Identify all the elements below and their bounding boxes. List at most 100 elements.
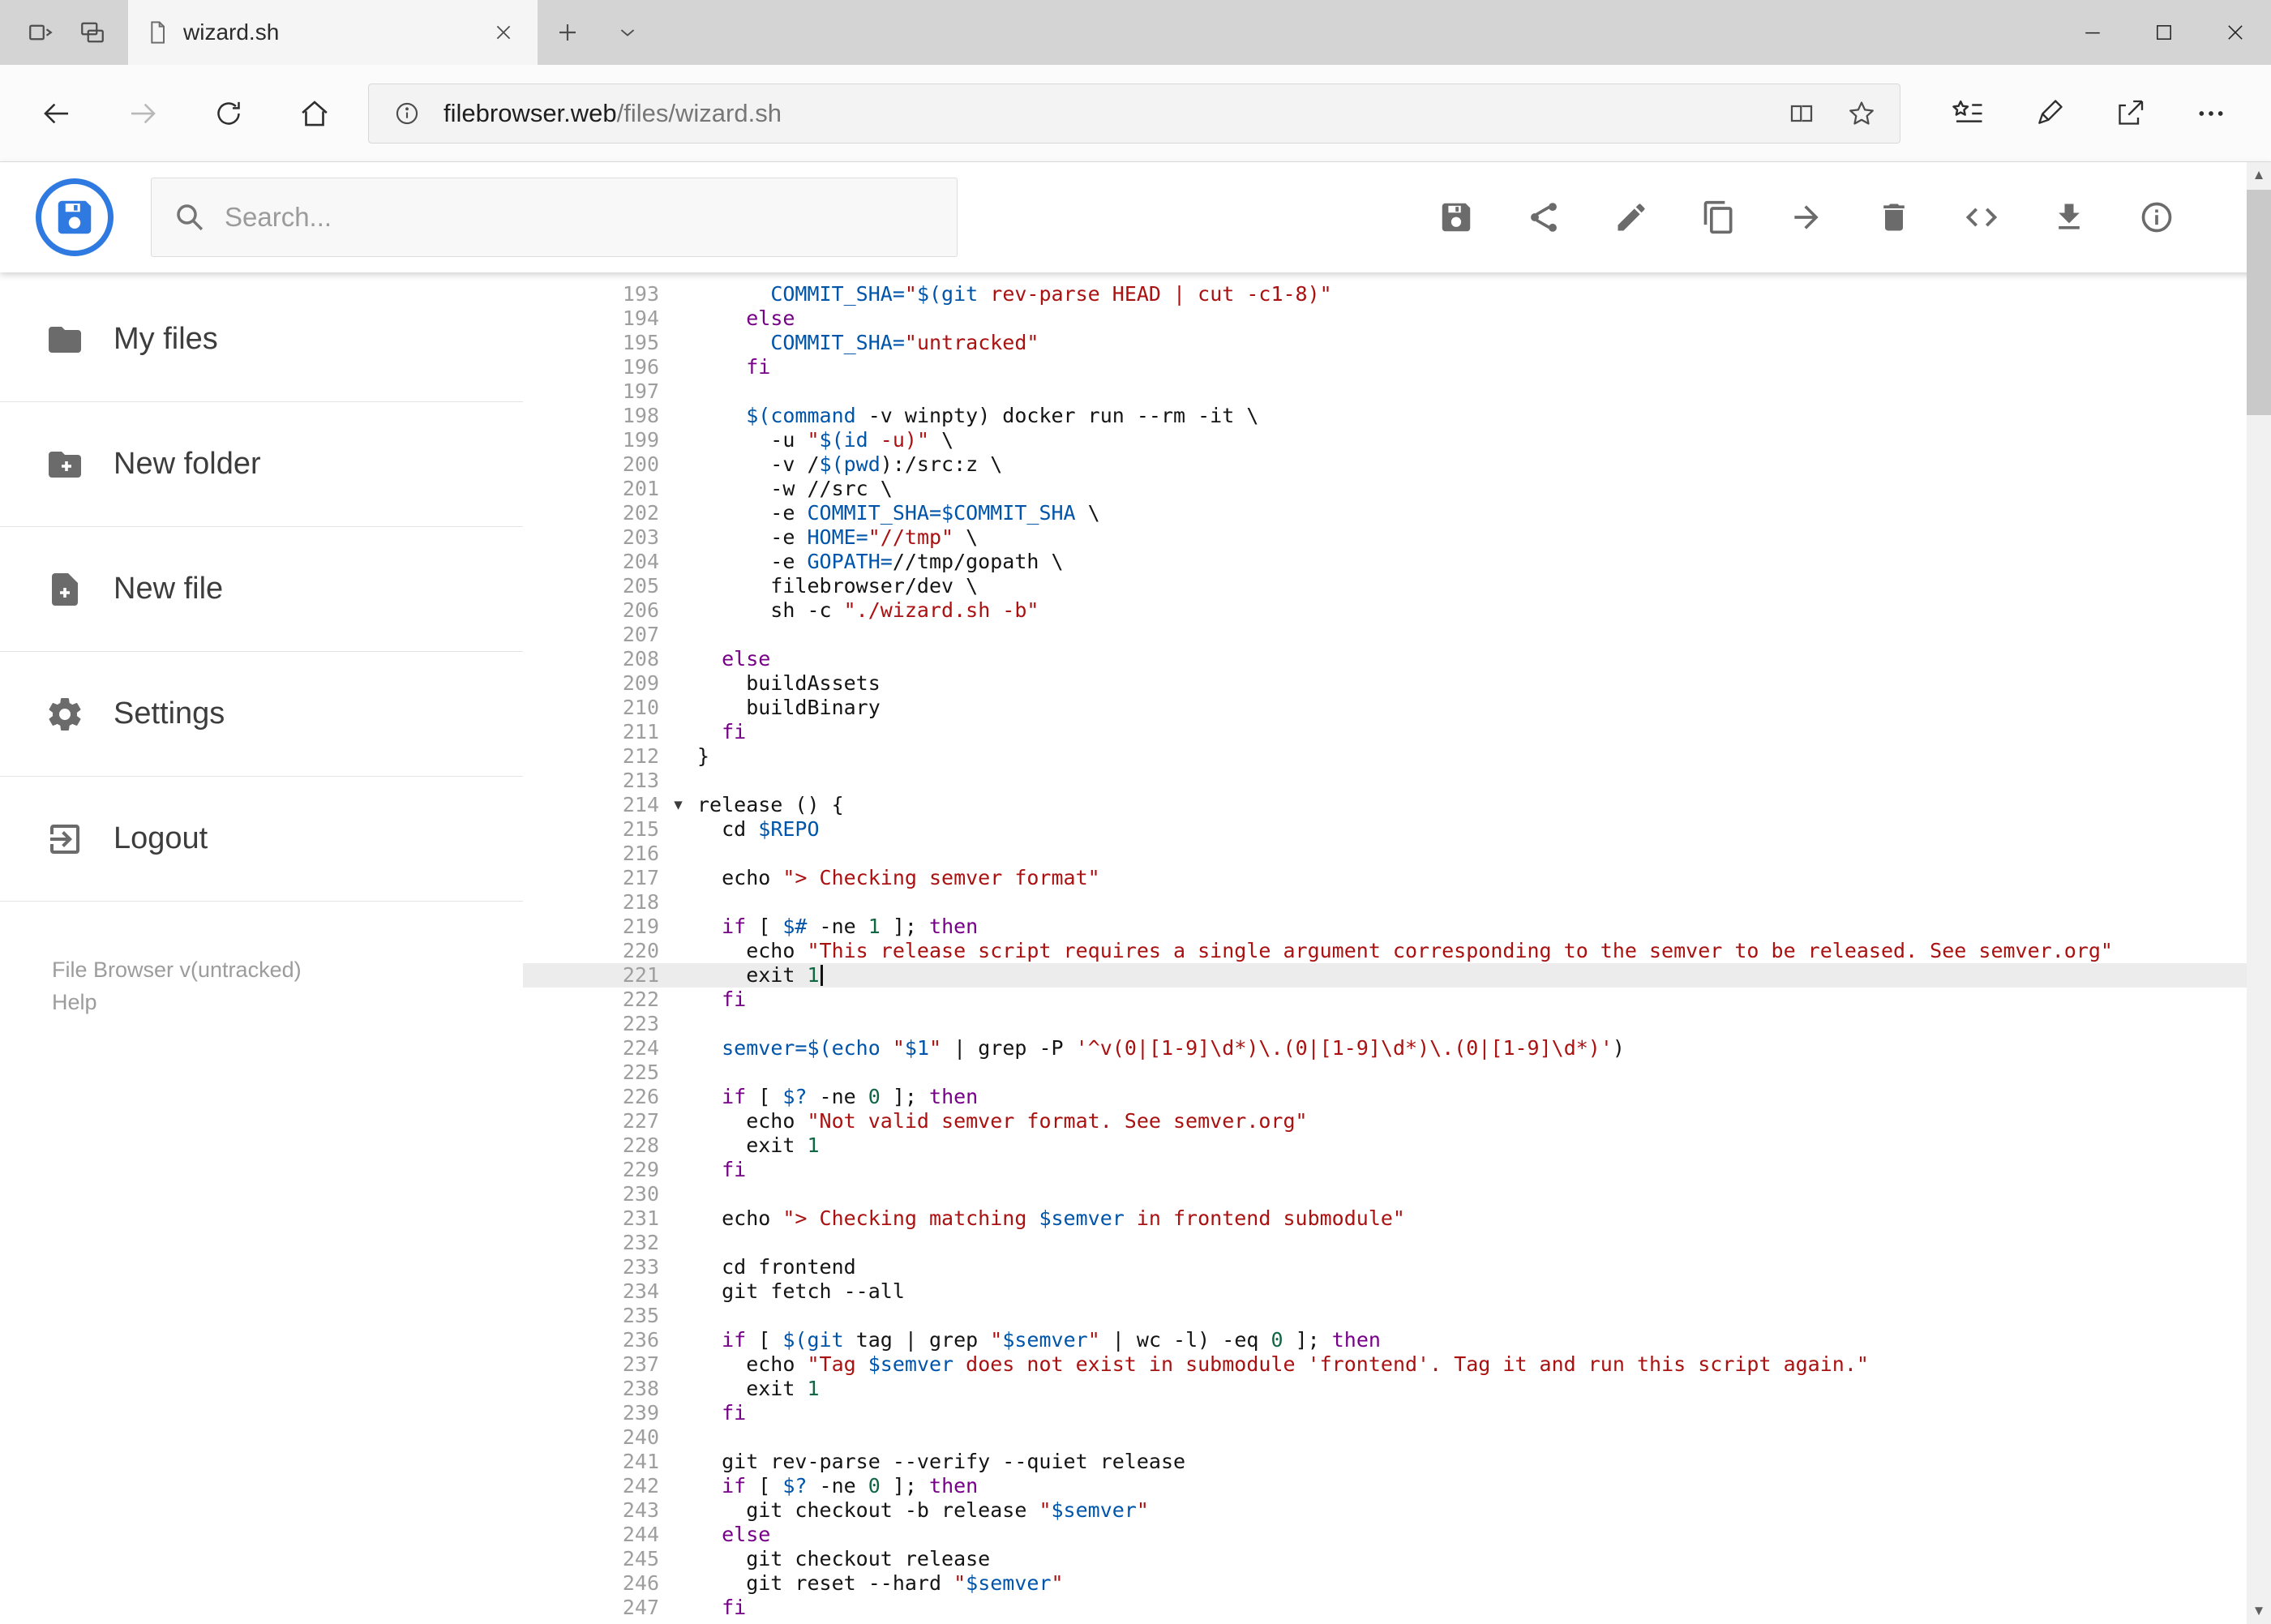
- code-line-215[interactable]: 215 cd $REPO: [523, 817, 2271, 842]
- code-line-200[interactable]: 200 -v /$(pwd):/src:z \: [523, 452, 2271, 477]
- minimize-button[interactable]: [2057, 0, 2128, 65]
- code-line-201[interactable]: 201 -w //src \: [523, 477, 2271, 501]
- tab-list-chevron-icon[interactable]: [598, 0, 658, 65]
- info-icon[interactable]: [2138, 199, 2175, 236]
- code-line-235[interactable]: 235: [523, 1304, 2271, 1328]
- code-line-214[interactable]: 214 ▾ release () {: [523, 793, 2271, 817]
- search-input[interactable]: [225, 202, 936, 233]
- address-bar[interactable]: filebrowser.web/files/wizard.sh: [368, 83, 1900, 144]
- more-options-icon[interactable]: [2183, 76, 2239, 151]
- scroll-down-arrow-icon[interactable]: ▼: [2247, 1598, 2271, 1624]
- vertical-scrollbar[interactable]: ▲ ▼: [2247, 162, 2271, 1624]
- code-line-230[interactable]: 230: [523, 1182, 2271, 1206]
- tab-close-icon[interactable]: [486, 15, 521, 50]
- sidebar-item-my-files[interactable]: My files: [0, 277, 523, 402]
- code-line-232[interactable]: 232: [523, 1231, 2271, 1255]
- code-line-241[interactable]: 241 git rev-parse --verify --quiet relea…: [523, 1450, 2271, 1474]
- code-line-238[interactable]: 238 exit 1: [523, 1377, 2271, 1401]
- code-line-228[interactable]: 228 exit 1: [523, 1133, 2271, 1158]
- code-line-226[interactable]: 226 if [ $? -ne 0 ]; then: [523, 1085, 2271, 1109]
- code-line-239[interactable]: 239 fi: [523, 1401, 2271, 1425]
- maximize-button[interactable]: [2128, 0, 2200, 65]
- web-note-pen-icon[interactable]: [2020, 76, 2077, 151]
- sidebar-item-logout[interactable]: Logout: [0, 777, 523, 902]
- code-line-244[interactable]: 244 else: [523, 1523, 2271, 1547]
- code-line-212[interactable]: 212}: [523, 744, 2271, 769]
- move-forward-icon[interactable]: [1788, 199, 1825, 236]
- home-button[interactable]: [274, 76, 355, 151]
- favorite-star-icon[interactable]: [1838, 90, 1885, 137]
- code-line-209[interactable]: 209 buildAssets: [523, 671, 2271, 696]
- scrollbar-thumb[interactable]: [2247, 190, 2271, 415]
- code-line-208[interactable]: 208 else: [523, 647, 2271, 671]
- code-line-246[interactable]: 246 git reset --hard "$semver": [523, 1571, 2271, 1596]
- reading-view-icon[interactable]: [1778, 90, 1825, 137]
- code-line-224[interactable]: 224 semver=$(echo "$1" | grep -P '^v(0|[…: [523, 1036, 2271, 1061]
- code-line-216[interactable]: 216: [523, 842, 2271, 866]
- forward-button[interactable]: [102, 76, 183, 151]
- copy-icon[interactable]: [1700, 199, 1738, 236]
- code-line-237[interactable]: 237 echo "Tag $semver does not exist in …: [523, 1352, 2271, 1377]
- code-editor[interactable]: 193 COMMIT_SHA="$(git rev-parse HEAD | c…: [523, 272, 2271, 1624]
- code-line-197[interactable]: 197: [523, 379, 2271, 404]
- save-button[interactable]: [1438, 199, 1475, 236]
- code-line-199[interactable]: 199 -u "$(id -u)" \: [523, 428, 2271, 452]
- code-line-225[interactable]: 225: [523, 1061, 2271, 1085]
- code-line-222[interactable]: 222 fi: [523, 988, 2271, 1012]
- code-line-229[interactable]: 229 fi: [523, 1158, 2271, 1182]
- delete-trash-icon[interactable]: [1875, 199, 1913, 236]
- code-line-211[interactable]: 211 fi: [523, 720, 2271, 744]
- code-line-231[interactable]: 231 echo "> Checking matching $semver in…: [523, 1206, 2271, 1231]
- code-line-204[interactable]: 204 -e GOPATH=//tmp/gopath \: [523, 550, 2271, 574]
- filebrowser-logo[interactable]: [36, 178, 114, 256]
- rename-pencil-icon[interactable]: [1613, 199, 1650, 236]
- new-tab-button[interactable]: [538, 0, 598, 65]
- code-line-236[interactable]: 236 if [ $(git tag | grep "$semver" | wc…: [523, 1328, 2271, 1352]
- code-line-207[interactable]: 207: [523, 623, 2271, 647]
- code-line-234[interactable]: 234 git fetch --all: [523, 1279, 2271, 1304]
- code-line-196[interactable]: 196 fi: [523, 355, 2271, 379]
- code-line-247[interactable]: 247 fi: [523, 1596, 2271, 1620]
- site-info-icon[interactable]: [383, 90, 431, 137]
- sidebar-item-settings[interactable]: Settings: [0, 652, 523, 777]
- help-link[interactable]: Help: [52, 986, 523, 1018]
- sidebar-item-new-file[interactable]: New file: [0, 527, 523, 652]
- favorites-hub-icon[interactable]: [1939, 76, 1996, 151]
- code-line-243[interactable]: 243 git checkout -b release "$semver": [523, 1498, 2271, 1523]
- code-line-198[interactable]: 198 $(command -v winpty) docker run --rm…: [523, 404, 2271, 428]
- code-line-220[interactable]: 220 echo "This release script requires a…: [523, 939, 2271, 963]
- code-line-205[interactable]: 205 filebrowser/dev \: [523, 574, 2271, 598]
- code-line-213[interactable]: 213: [523, 769, 2271, 793]
- code-line-210[interactable]: 210 buildBinary: [523, 696, 2271, 720]
- browser-tab[interactable]: wizard.sh: [128, 0, 538, 65]
- code-line-219[interactable]: 219 if [ $# -ne 1 ]; then: [523, 915, 2271, 939]
- code-line-242[interactable]: 242 if [ $? -ne 0 ]; then: [523, 1474, 2271, 1498]
- set-tabs-aside-icon[interactable]: [15, 0, 66, 65]
- fold-marker-icon[interactable]: ▾: [659, 793, 697, 817]
- tabs-preview-icon[interactable]: [66, 0, 118, 65]
- code-line-218[interactable]: 218: [523, 890, 2271, 915]
- code-line-240[interactable]: 240: [523, 1425, 2271, 1450]
- code-line-223[interactable]: 223: [523, 1012, 2271, 1036]
- code-line-202[interactable]: 202 -e COMMIT_SHA=$COMMIT_SHA \: [523, 501, 2271, 525]
- code-line-217[interactable]: 217 echo "> Checking semver format": [523, 866, 2271, 890]
- sidebar-item-new-folder[interactable]: New folder: [0, 402, 523, 527]
- back-button[interactable]: [16, 76, 97, 151]
- code-line-194[interactable]: 194 else: [523, 306, 2271, 331]
- scroll-up-arrow-icon[interactable]: ▲: [2247, 162, 2271, 188]
- code-line-233[interactable]: 233 cd frontend: [523, 1255, 2271, 1279]
- url-text[interactable]: filebrowser.web/files/wizard.sh: [443, 99, 1765, 128]
- code-line-245[interactable]: 245 git checkout release: [523, 1547, 2271, 1571]
- code-line-206[interactable]: 206 sh -c "./wizard.sh -b": [523, 598, 2271, 623]
- search-bar[interactable]: [151, 178, 958, 257]
- code-line-203[interactable]: 203 -e HOME="//tmp" \: [523, 525, 2271, 550]
- code-line-195[interactable]: 195 COMMIT_SHA="untracked": [523, 331, 2271, 355]
- share-file-icon[interactable]: [1525, 199, 1562, 236]
- refresh-button[interactable]: [188, 76, 269, 151]
- code-line-221[interactable]: 221 exit 1: [523, 963, 2271, 988]
- close-button[interactable]: [2200, 0, 2271, 65]
- code-editor-icon[interactable]: [1963, 199, 2000, 236]
- download-icon[interactable]: [2050, 199, 2088, 236]
- code-line-193[interactable]: 193 COMMIT_SHA="$(git rev-parse HEAD | c…: [523, 282, 2271, 306]
- share-icon[interactable]: [2102, 76, 2158, 151]
